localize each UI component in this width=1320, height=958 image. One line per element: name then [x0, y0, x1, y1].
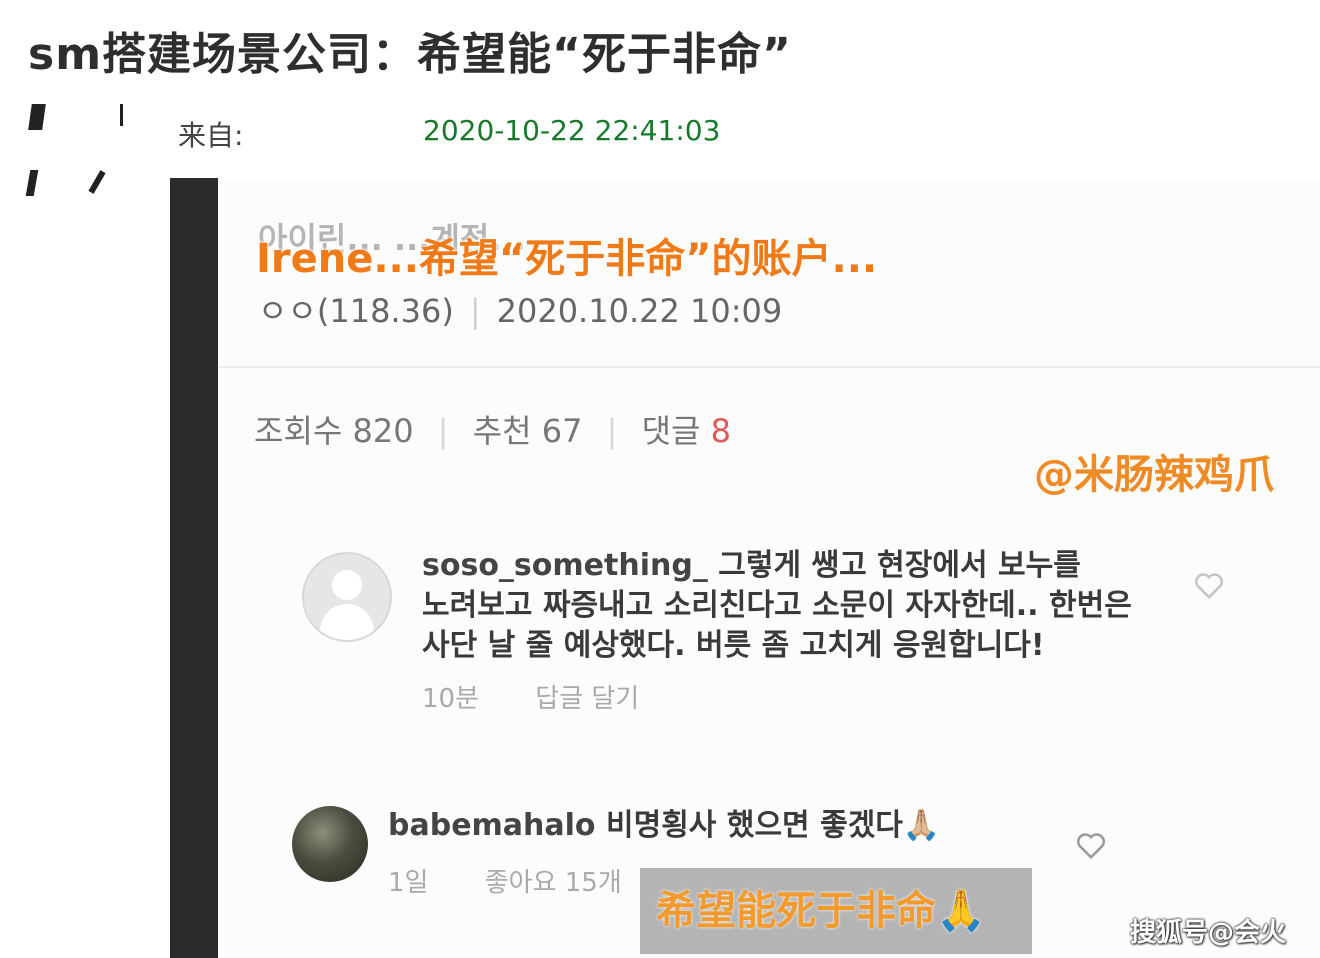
comment-line: 그렇게 쌩고 현장에서 보누를: [718, 548, 1081, 583]
post-author-line: ㅇㅇ(118.36) | 2020.10.22 10:09: [258, 286, 782, 332]
divider: |: [606, 412, 618, 450]
divider: |: [437, 412, 449, 450]
comment-body: soso_something_ 그렇게 쌩고 현장에서 보누를 노려보고 짜증내…: [422, 546, 1182, 666]
comment-time: 1일: [388, 868, 429, 898]
comment-item: soso_something_ 그렇게 쌩고 현장에서 보누를 노려보고 짜증내…: [298, 546, 1298, 714]
caption-overlay: 希望能死于非命🙏: [640, 868, 1032, 954]
divider: |: [469, 292, 481, 330]
comment-actions: 10분 답글 달기: [422, 678, 687, 715]
comment-username[interactable]: babemahalo: [388, 808, 596, 843]
heart-icon[interactable]: [1194, 572, 1224, 600]
comments-label[interactable]: 댓글: [642, 412, 701, 450]
comment-time: 10분: [422, 684, 480, 714]
comment-line: 비명횡사 했으면 좋겠다🙏🏼: [606, 808, 941, 843]
likes-count: 67: [541, 412, 583, 450]
post-meta-line: 来自: 2020-10-22 22:41:03: [178, 114, 720, 154]
redacted-avatar: [25, 100, 128, 200]
heart-icon[interactable]: [1076, 832, 1106, 860]
screenshot-left-edge: [170, 178, 218, 958]
comment-body: babemahalo 비명횡사 했으면 좋겠다🙏🏼: [388, 806, 1088, 846]
comment-username[interactable]: soso_something_: [422, 548, 708, 583]
default-avatar[interactable]: [302, 552, 392, 642]
post-timestamp: 2020.10.22 10:09: [496, 292, 783, 330]
views-label: 조회수: [254, 412, 343, 450]
comment-line: 사단 날 줄 예상했다. 버릇 좀 고치게 응원합니다!: [422, 628, 1045, 663]
comments-count: 8: [710, 412, 732, 450]
reply-button[interactable]: 답글 달기: [535, 684, 639, 714]
source-badge: 搜狐号@会火: [1130, 918, 1287, 948]
comment-actions: 1일 좋아요 15개: [388, 862, 670, 899]
from-label: 来自:: [178, 119, 244, 152]
comment-likes[interactable]: 좋아요 15개: [485, 868, 622, 898]
post-stats: 조회수 820 | 추천 67 | 댓글 8: [254, 406, 731, 452]
article-headline: sm搭建场景公司：希望能“死于非命”: [28, 29, 792, 80]
comment-line: 노려보고 짜증내고 소리친다고 소문이 자자한데.. 한번은: [422, 588, 1132, 623]
caption-text: 希望能死于非命🙏: [656, 888, 986, 934]
user-avatar[interactable]: [292, 806, 368, 882]
post-author[interactable]: ㅇㅇ(118.36): [258, 292, 454, 330]
embedded-screenshot: 아이린... ...계정... Irene...希望“死于非命”的账户... ㅇ…: [170, 178, 1320, 958]
post-date: 2020-10-22 22:41:03: [423, 114, 721, 147]
likes-label: 추천: [472, 412, 532, 450]
post-header: 아이린... ...계정... Irene...希望“死于非命”的账户... ㅇ…: [218, 178, 1320, 368]
screenshot-content: 아이린... ...계정... Irene...希望“死于非命”的账户... ㅇ…: [218, 178, 1320, 958]
weibo-watermark: @米肠辣鸡爪: [1034, 452, 1274, 498]
views-count: 820: [352, 412, 414, 450]
overlay-title: Irene...希望“死于非命”的账户...: [256, 236, 878, 282]
